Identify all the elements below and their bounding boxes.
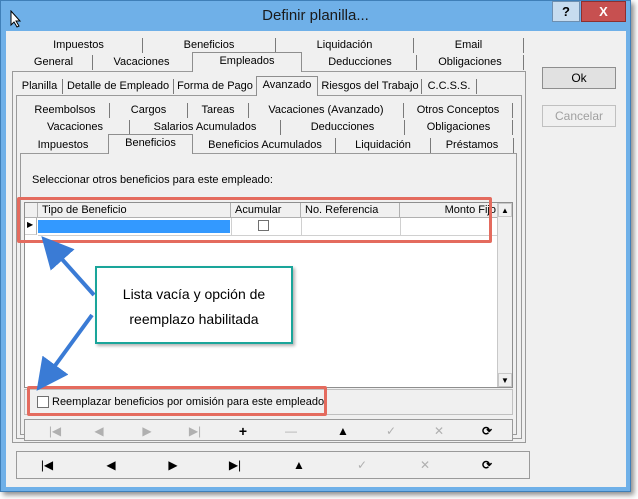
- grid-vertical-scrollbar[interactable]: ▲ ▼: [497, 203, 512, 387]
- tab-obligaciones-adv[interactable]: Obligaciones: [406, 119, 511, 136]
- nav-refresh-button[interactable]: ⟳: [467, 420, 507, 440]
- tab-detalle-empleado[interactable]: Detalle de Empleado: [64, 78, 172, 95]
- column-no-referencia[interactable]: No. Referencia: [301, 203, 400, 218]
- tab-impuestos[interactable]: Impuestos: [16, 37, 141, 54]
- main-edit-button[interactable]: ▲: [279, 452, 319, 478]
- tab-impuestos-adv[interactable]: Impuestos: [22, 137, 104, 154]
- column-tipo-beneficio[interactable]: Tipo de Beneficio: [38, 203, 231, 218]
- nav-last-button[interactable]: ▶|: [175, 420, 215, 440]
- tab-cargos[interactable]: Cargos: [111, 102, 186, 119]
- callout-line-2: reemplazo habilitada: [129, 311, 259, 327]
- main-next-button[interactable]: ▶: [153, 452, 193, 478]
- tab-otros-conceptos[interactable]: Otros Conceptos: [405, 102, 511, 119]
- tab-email[interactable]: Email: [415, 37, 522, 54]
- tab-deducciones[interactable]: Deducciones: [305, 54, 415, 71]
- tab-beneficios-adv[interactable]: Beneficios: [108, 134, 193, 154]
- help-button[interactable]: ?: [552, 1, 580, 22]
- cancel-button[interactable]: Cancelar: [542, 105, 616, 127]
- nav-add-button[interactable]: +: [223, 420, 263, 440]
- tab-liquidacion-adv[interactable]: Liquidación: [337, 137, 429, 154]
- annotation-callout: Lista vacía y opción de reemplazo habili…: [95, 266, 293, 344]
- replace-benefits-label: Reemplazar beneficios por omisión para e…: [52, 396, 325, 408]
- nav-next-button[interactable]: ▶: [127, 420, 167, 440]
- nav-prev-button[interactable]: ◀: [79, 420, 119, 440]
- tab-planilla[interactable]: Planilla: [18, 78, 61, 95]
- tab-deducciones-adv[interactable]: Deducciones: [282, 119, 403, 136]
- benefits-instruction: Seleccionar otros beneficios para este e…: [32, 174, 273, 186]
- nav-post-button[interactable]: ✓: [371, 420, 411, 440]
- callout-line-1: Lista vacía y opción de: [122, 286, 266, 302]
- tab-beneficios-acumulados[interactable]: Beneficios Acumulados: [196, 137, 334, 154]
- grid-header: Tipo de Beneficio Acumular No. Referenci…: [25, 203, 499, 218]
- main-post-button[interactable]: ✓: [342, 452, 382, 478]
- cell-acumular-checkbox[interactable]: [258, 220, 269, 231]
- column-monto-fijo[interactable]: Monto Fijo: [400, 203, 499, 218]
- dialog-client: Impuestos Beneficios Liquidación Email G…: [6, 31, 626, 487]
- cell-tipo-beneficio[interactable]: [38, 220, 230, 233]
- tab-obligaciones[interactable]: Obligaciones: [418, 54, 522, 71]
- tab-tareas[interactable]: Tareas: [189, 102, 247, 119]
- main-navigation-bar: |◀ ◀ ▶ ▶| ▲ ✓ ✕ ⟳: [16, 451, 530, 479]
- tab-ccss[interactable]: C.C.S.S.: [423, 78, 475, 95]
- nav-first-button[interactable]: |◀: [35, 420, 75, 440]
- tab-avanzado[interactable]: Avanzado: [256, 76, 318, 96]
- main-cancel-button[interactable]: ✕: [405, 452, 445, 478]
- cell-separators: [231, 218, 232, 235]
- nav-edit-button[interactable]: ▲: [323, 420, 363, 440]
- tab-general[interactable]: General: [16, 54, 91, 71]
- replace-benefits-checkbox[interactable]: [37, 396, 49, 408]
- tab-vacaciones-avanzado[interactable]: Vacaciones (Avanzado): [250, 102, 402, 119]
- main-first-button[interactable]: |◀: [27, 452, 67, 478]
- main-last-button[interactable]: ▶|: [215, 452, 255, 478]
- main-refresh-button[interactable]: ⟳: [467, 452, 507, 478]
- row-indicator: ▶: [25, 218, 37, 235]
- title-bar[interactable]: Definir planilla... ? X: [1, 1, 630, 31]
- tab-reembolsos[interactable]: Reembolsos: [22, 102, 108, 119]
- close-button[interactable]: X: [581, 1, 626, 22]
- main-prev-button[interactable]: ◀: [91, 452, 131, 478]
- nav-delete-button[interactable]: —: [271, 420, 311, 440]
- scroll-up-arrow[interactable]: ▲: [498, 203, 512, 217]
- tab-vacaciones[interactable]: Vacaciones: [94, 54, 189, 71]
- grid-navigation-bar: |◀ ◀ ▶ ▶| + — ▲ ✓ ✕ ⟳: [24, 419, 513, 441]
- tab-empleados[interactable]: Empleados: [192, 52, 302, 72]
- scroll-down-arrow[interactable]: ▼: [498, 373, 512, 387]
- window-title: Definir planilla...: [262, 7, 369, 24]
- column-acumular[interactable]: Acumular: [231, 203, 301, 218]
- nav-cancel-button[interactable]: ✕: [419, 420, 459, 440]
- tab-forma-pago[interactable]: Forma de Pago: [175, 78, 255, 95]
- tab-riesgos-trabajo[interactable]: Riesgos del Trabajo: [320, 78, 420, 95]
- ok-button[interactable]: Ok: [542, 67, 616, 89]
- row-pointer-icon: ▶: [27, 220, 34, 229]
- tab-prestamos[interactable]: Préstamos: [432, 137, 512, 154]
- dialog-window: Definir planilla... ? X Impuestos Benefi…: [0, 0, 631, 492]
